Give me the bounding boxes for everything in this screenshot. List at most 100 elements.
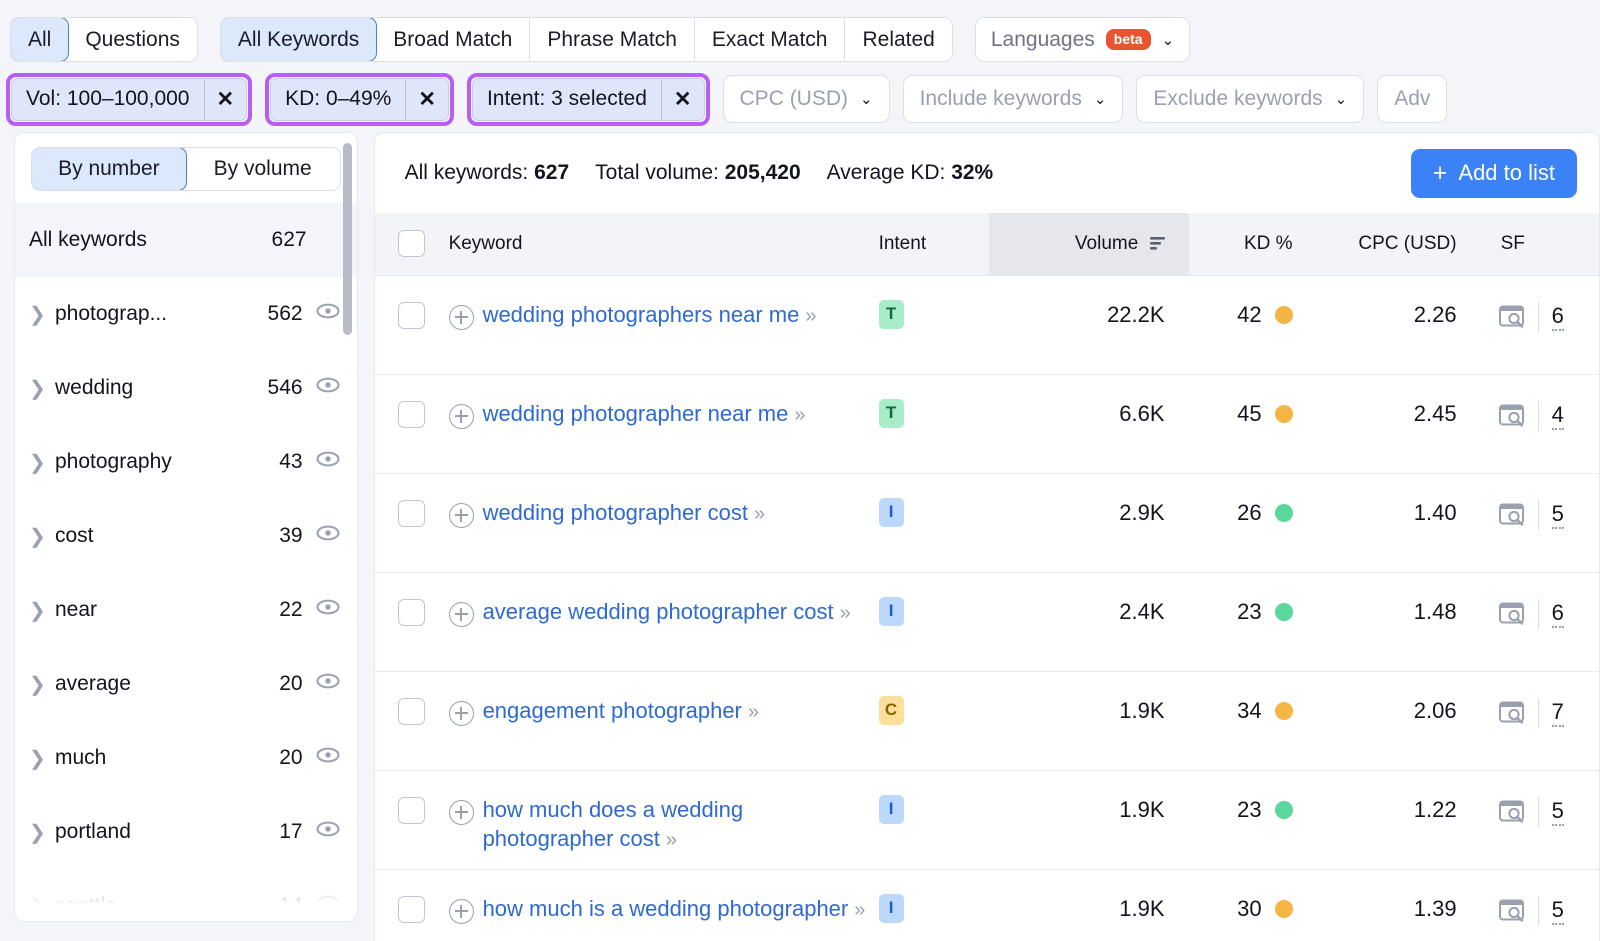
- sf-value[interactable]: 5: [1551, 798, 1564, 826]
- table-row[interactable]: how much does a wedding photographer cos…: [374, 770, 1599, 870]
- expand-keyword-icon[interactable]: »: [840, 602, 851, 624]
- keyword-link[interactable]: wedding photographers near me»: [483, 300, 817, 330]
- filter-exclude-keywords-dropdown[interactable]: Exclude keywords ⌄: [1136, 75, 1365, 123]
- sidebar-toggle-by-number[interactable]: By number: [31, 148, 187, 190]
- add-keyword-icon[interactable]: [448, 898, 474, 924]
- chevron-right-icon[interactable]: ❯: [29, 598, 55, 623]
- remove-kd-filter-icon[interactable]: ✕: [405, 78, 448, 120]
- filter-cpc-dropdown[interactable]: CPC (USD) ⌄: [722, 75, 890, 123]
- row-checkbox[interactable]: [398, 400, 426, 428]
- serp-preview-icon[interactable]: [1498, 701, 1525, 725]
- filter-chip-volume[interactable]: Vol: 100–100,000 ✕: [11, 77, 248, 121]
- serp-preview-icon[interactable]: [1498, 602, 1525, 626]
- visibility-eye-icon[interactable]: [315, 298, 341, 324]
- expand-keyword-icon[interactable]: »: [666, 829, 677, 851]
- add-keyword-icon[interactable]: [448, 601, 474, 627]
- select-all-checkbox[interactable]: [398, 230, 426, 258]
- serp-preview-icon[interactable]: [1498, 404, 1525, 428]
- visibility-eye-icon[interactable]: [315, 890, 341, 916]
- tab-related[interactable]: Related: [845, 18, 952, 61]
- sf-value[interactable]: 5: [1551, 897, 1564, 925]
- column-header-volume[interactable]: Volume: [988, 213, 1189, 276]
- column-header-keyword[interactable]: Keyword: [448, 213, 879, 276]
- sf-value[interactable]: 6: [1551, 303, 1564, 331]
- table-row[interactable]: wedding photographer near me» T 6.6K 45 2.45…: [374, 374, 1599, 474]
- intent-badge[interactable]: I: [878, 794, 904, 824]
- sidebar-item-average[interactable]: ❯ average 20: [15, 647, 357, 721]
- table-row[interactable]: wedding photographers near me» T 22.2K 42 2.…: [374, 275, 1599, 375]
- chevron-right-icon[interactable]: ❯: [29, 302, 55, 327]
- table-row[interactable]: how much is a wedding photographer» I 1.9K…: [374, 869, 1599, 941]
- sf-value[interactable]: 6: [1551, 600, 1564, 628]
- keyword-link[interactable]: engagement photographer»: [483, 696, 759, 726]
- sidebar-toggle-by-volume[interactable]: By volume: [186, 148, 340, 190]
- row-checkbox[interactable]: [398, 499, 426, 527]
- table-row[interactable]: engagement photographer» C 1.9K 34 2.06 7: [374, 671, 1599, 771]
- sidebar-item-much[interactable]: ❯ much 20: [15, 721, 357, 795]
- column-header-sf[interactable]: SF: [1478, 213, 1599, 276]
- chevron-right-icon[interactable]: ❯: [29, 524, 55, 549]
- visibility-eye-icon[interactable]: [315, 742, 341, 768]
- add-keyword-icon[interactable]: [448, 304, 474, 330]
- sf-value[interactable]: 4: [1551, 402, 1564, 430]
- intent-badge[interactable]: I: [878, 497, 904, 527]
- row-checkbox[interactable]: [398, 598, 426, 626]
- filter-chip-kd[interactable]: KD: 0–49% ✕: [270, 77, 449, 121]
- filter-chip-intent[interactable]: Intent: 3 selected ✕: [471, 77, 705, 121]
- keyword-link[interactable]: wedding photographer near me»: [483, 399, 806, 429]
- add-keyword-icon[interactable]: [448, 799, 474, 825]
- visibility-eye-icon[interactable]: [315, 520, 341, 546]
- serp-preview-icon[interactable]: [1498, 305, 1525, 329]
- languages-dropdown[interactable]: Languages beta ⌄: [974, 17, 1191, 62]
- table-row[interactable]: wedding photographer cost» I 2.9K 26 1.40 5: [374, 473, 1599, 573]
- intent-badge[interactable]: T: [878, 398, 904, 428]
- add-keyword-icon[interactable]: [448, 403, 474, 429]
- filter-advanced-dropdown[interactable]: Adv: [1377, 75, 1448, 123]
- sidebar-item-cost[interactable]: ❯ cost 39: [15, 499, 357, 573]
- add-to-list-button[interactable]: + Add to list: [1410, 148, 1577, 198]
- chevron-right-icon[interactable]: ❯: [29, 376, 55, 401]
- sidebar-scrollbar[interactable]: [342, 143, 352, 335]
- column-header-kd[interactable]: KD %: [1188, 213, 1319, 276]
- sidebar-item-photograp[interactable]: ❯ photograp... 562: [15, 277, 357, 351]
- tab-all-keywords[interactable]: All Keywords: [220, 18, 378, 61]
- row-checkbox[interactable]: [398, 697, 426, 725]
- filter-include-keywords-dropdown[interactable]: Include keywords ⌄: [902, 75, 1124, 123]
- tab-questions[interactable]: Questions: [68, 18, 197, 61]
- chevron-right-icon[interactable]: ❯: [29, 894, 55, 919]
- chevron-right-icon[interactable]: ❯: [29, 820, 55, 845]
- add-keyword-icon[interactable]: [448, 700, 474, 726]
- sidebar-item-photography[interactable]: ❯ photography 43: [15, 425, 357, 499]
- remove-volume-filter-icon[interactable]: ✕: [203, 78, 247, 120]
- sf-value[interactable]: 5: [1551, 501, 1564, 529]
- visibility-eye-icon[interactable]: [315, 446, 341, 472]
- keyword-link[interactable]: how much is a wedding photographer»: [483, 894, 866, 924]
- sidebar-item-near[interactable]: ❯ near 22: [15, 573, 357, 647]
- intent-badge[interactable]: C: [878, 695, 904, 725]
- row-checkbox[interactable]: [398, 301, 426, 329]
- sidebar-item-wedding[interactable]: ❯ wedding 546: [15, 351, 357, 425]
- intent-badge[interactable]: I: [878, 893, 904, 923]
- table-row[interactable]: average wedding photographer cost» I 2.4K 2…: [374, 572, 1599, 672]
- visibility-eye-icon[interactable]: [315, 372, 341, 398]
- column-header-cpc[interactable]: CPC (USD): [1318, 213, 1479, 276]
- row-checkbox[interactable]: [398, 796, 426, 824]
- serp-preview-icon[interactable]: [1498, 800, 1525, 824]
- column-header-intent[interactable]: Intent: [878, 213, 989, 276]
- sidebar-item-portland[interactable]: ❯ portland 17: [15, 795, 357, 869]
- keyword-link[interactable]: how much does a wedding photographer cos…: [483, 795, 871, 854]
- serp-preview-icon[interactable]: [1498, 503, 1525, 527]
- serp-preview-icon[interactable]: [1498, 899, 1525, 923]
- chevron-right-icon[interactable]: ❯: [29, 672, 55, 697]
- row-checkbox[interactable]: [398, 895, 426, 923]
- sidebar-item-all-keywords[interactable]: All keywords 627: [15, 203, 357, 277]
- sf-value[interactable]: 7: [1551, 699, 1564, 727]
- visibility-eye-icon[interactable]: [315, 668, 341, 694]
- tab-all[interactable]: All: [10, 18, 70, 61]
- expand-keyword-icon[interactable]: »: [805, 305, 816, 327]
- chevron-right-icon[interactable]: ❯: [29, 746, 55, 771]
- tab-exact-match[interactable]: Exact Match: [694, 18, 846, 61]
- expand-keyword-icon[interactable]: »: [794, 404, 805, 426]
- expand-keyword-icon[interactable]: »: [754, 503, 765, 525]
- remove-intent-filter-icon[interactable]: ✕: [660, 78, 704, 120]
